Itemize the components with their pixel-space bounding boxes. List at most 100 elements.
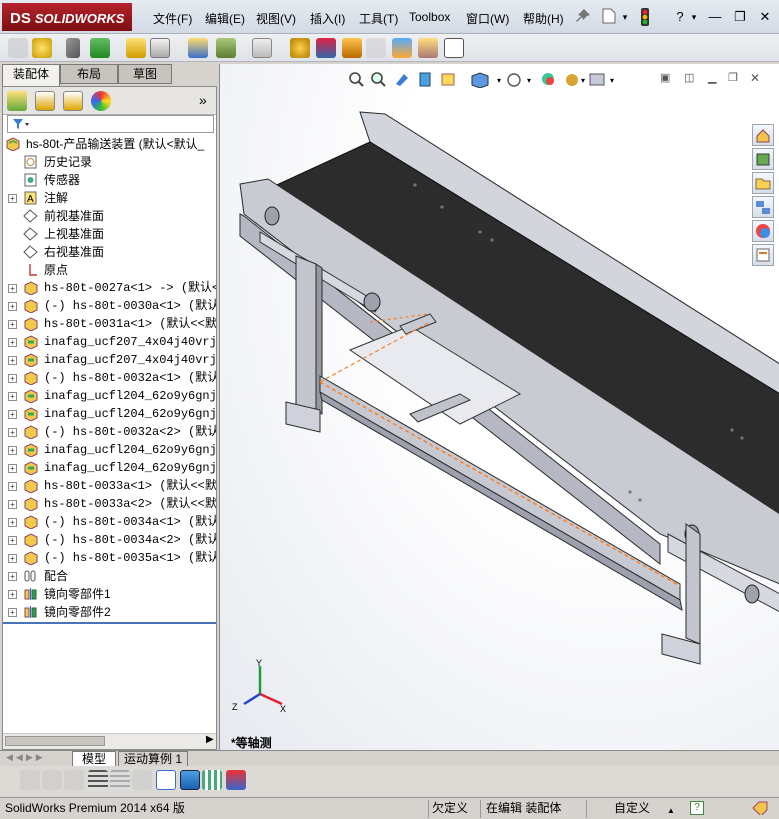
strip-tool-2-icon[interactable]	[42, 770, 62, 790]
new-document-icon[interactable]	[600, 8, 618, 26]
tree-expand-icon[interactable]: +	[8, 482, 17, 491]
instant3d-icon[interactable]	[444, 38, 464, 58]
tree-expand-icon[interactable]: +	[8, 194, 17, 203]
filter-icon[interactable]	[12, 118, 30, 130]
tree-expand-icon[interactable]: +	[8, 608, 17, 617]
tree-item[interactable]: + inafag_ucfl204_62o9y6gnj3059x	[3, 459, 216, 477]
new-motion-study-icon[interactable]	[290, 38, 310, 58]
tab-assembly[interactable]: 装配体	[2, 64, 60, 86]
tree-expand-icon[interactable]: +	[8, 320, 17, 329]
tree-item[interactable]: + 配合	[3, 567, 216, 585]
tree-item[interactable]: + (-) hs-80t-0035a<1> (默认<<默	[3, 549, 216, 567]
tree-expand-icon[interactable]: +	[8, 374, 17, 383]
expand-panel-icon[interactable]: »	[199, 92, 207, 108]
strip-tool-10-icon[interactable]	[226, 770, 246, 790]
tree-item[interactable]: + (-) hs-80t-0034a<1> (默认<<默	[3, 513, 216, 531]
help-dropdown-icon[interactable]: ▾	[689, 8, 699, 26]
tree-expand-icon[interactable]: +	[8, 518, 17, 527]
tree-item[interactable]: + (-) hs-80t-0032a<2> (默认<<默	[3, 423, 216, 441]
tree-expand-icon[interactable]: +	[8, 356, 17, 365]
tree-expand-icon[interactable]: +	[8, 446, 17, 455]
tab-model[interactable]: 模型	[72, 751, 116, 767]
tree-item[interactable]: + 镜向零部件1	[3, 585, 216, 603]
minimize-button[interactable]: —	[706, 8, 724, 26]
custom-properties-icon[interactable]	[752, 244, 774, 266]
tree-item[interactable]: + (-) hs-80t-0032a<1> (默认<<默	[3, 369, 216, 387]
menu-tools[interactable]: 工具(T)	[359, 10, 398, 27]
tree-item[interactable]: + A 注解	[3, 189, 216, 207]
property-manager-icon[interactable]	[35, 91, 55, 111]
exploded-view-icon[interactable]	[342, 38, 362, 58]
appearances-scenes-icon[interactable]	[752, 220, 774, 242]
status-units[interactable]: 自定义	[614, 801, 650, 817]
tree-item[interactable]: + inafag_ucf207_4x04j40vrjhu0u5	[3, 333, 216, 351]
configuration-manager-icon[interactable]	[63, 91, 83, 111]
tree-expand-icon[interactable]: +	[8, 536, 17, 545]
graphics-area[interactable]: ▾ ▾ ▾ ▾ ▣ ◫ ▁ ❐ ✕ Y X Z *等轴测	[219, 64, 779, 750]
menu-help[interactable]: 帮助(H)	[523, 10, 564, 27]
restore-button[interactable]: ❐	[731, 8, 749, 26]
menu-file[interactable]: 文件(F)	[153, 10, 192, 27]
file-explorer-icon[interactable]	[752, 172, 774, 194]
rebuild-traffic-light-icon[interactable]	[638, 8, 652, 26]
tree-item[interactable]: + hs-80t-0027a<1> -> (默认<按加	[3, 279, 216, 297]
status-help-icon[interactable]: ?	[690, 801, 704, 815]
scroll-right-icon[interactable]: ▶	[206, 734, 214, 745]
strip-tool-1-icon[interactable]	[20, 770, 40, 790]
display-manager-icon[interactable]	[91, 91, 111, 111]
tree-item[interactable]: + inafag_ucfl204_62o9y6gnj3059x	[3, 441, 216, 459]
tree-item[interactable]: 右视基准面	[3, 243, 216, 261]
tab-layout[interactable]: 布局	[60, 64, 118, 84]
strip-tool-8-icon[interactable]	[180, 770, 200, 790]
linear-pattern-icon[interactable]	[90, 38, 110, 58]
menu-window[interactable]: 窗口(W)	[466, 10, 509, 27]
status-units-arrow-icon[interactable]: ▲	[667, 803, 675, 819]
tree-item[interactable]: 原点	[3, 261, 216, 279]
tab-motion-study[interactable]: 运动算例 1	[118, 751, 188, 767]
view-palette-icon[interactable]	[752, 196, 774, 218]
clearance-verification-icon[interactable]	[418, 38, 438, 58]
menu-insert[interactable]: 插入(I)	[310, 10, 345, 27]
tree-expand-icon[interactable]: +	[8, 338, 17, 347]
insert-component-icon[interactable]	[32, 38, 52, 58]
tab-sketch[interactable]: 草图	[118, 64, 172, 84]
strip-tool-5-icon[interactable]	[110, 770, 130, 790]
edit-component-icon[interactable]	[8, 38, 28, 58]
tree-expand-icon[interactable]: +	[8, 464, 17, 473]
tree-item[interactable]: + inafag_ucfl204_62o9y6gnj3059x	[3, 405, 216, 423]
smart-fasteners-icon[interactable]	[126, 38, 146, 58]
tree-item[interactable]: 上视基准面	[3, 225, 216, 243]
bill-of-materials-icon[interactable]	[316, 38, 336, 58]
move-component-icon[interactable]	[150, 38, 170, 58]
tree-item[interactable]: + 镜向零部件2	[3, 603, 216, 621]
strip-tool-7-icon[interactable]	[156, 770, 176, 790]
horizontal-scrollbar[interactable]: ▶	[3, 733, 216, 749]
tree-expand-icon[interactable]: +	[8, 428, 17, 437]
tree-expand-icon[interactable]: +	[8, 302, 17, 311]
show-hidden-icon[interactable]	[188, 38, 208, 58]
tree-expand-icon[interactable]: +	[8, 500, 17, 509]
menu-toolbox[interactable]: Toolbox	[409, 10, 450, 24]
menu-view[interactable]: 视图(V)	[256, 10, 296, 27]
conveyor-3d-model[interactable]	[220, 64, 779, 750]
interference-detection-icon[interactable]	[392, 38, 412, 58]
tree-expand-icon[interactable]: +	[8, 392, 17, 401]
scrollbar-thumb[interactable]	[5, 736, 105, 746]
mate-icon[interactable]	[66, 38, 80, 58]
help-icon[interactable]: ?	[672, 8, 688, 26]
menu-edit[interactable]: 编辑(E)	[205, 10, 245, 27]
reference-geometry-icon[interactable]	[252, 38, 272, 58]
tab-scroll-arrows-icon[interactable]: ◀◀▶▶	[6, 752, 46, 763]
tree-item[interactable]: + inafag_ucfl204_62o9y6gnj3059x	[3, 387, 216, 405]
status-tag-icon[interactable]	[752, 801, 768, 817]
solidworks-resources-icon[interactable]	[752, 124, 774, 146]
tree-item[interactable]: + hs-80t-0033a<2> (默认<<默认>_	[3, 495, 216, 513]
tree-expand-icon[interactable]: +	[8, 554, 17, 563]
tree-expand-icon[interactable]: +	[8, 590, 17, 599]
tree-item[interactable]: 传感器	[3, 171, 216, 189]
filter-field[interactable]	[7, 115, 214, 133]
strip-tool-4-icon[interactable]	[88, 770, 108, 790]
tree-item[interactable]: + (-) hs-80t-0034a<2> (默认<<默	[3, 531, 216, 549]
featuremanager-tree-icon[interactable]	[7, 91, 27, 111]
tree-expand-icon[interactable]: +	[8, 284, 17, 293]
